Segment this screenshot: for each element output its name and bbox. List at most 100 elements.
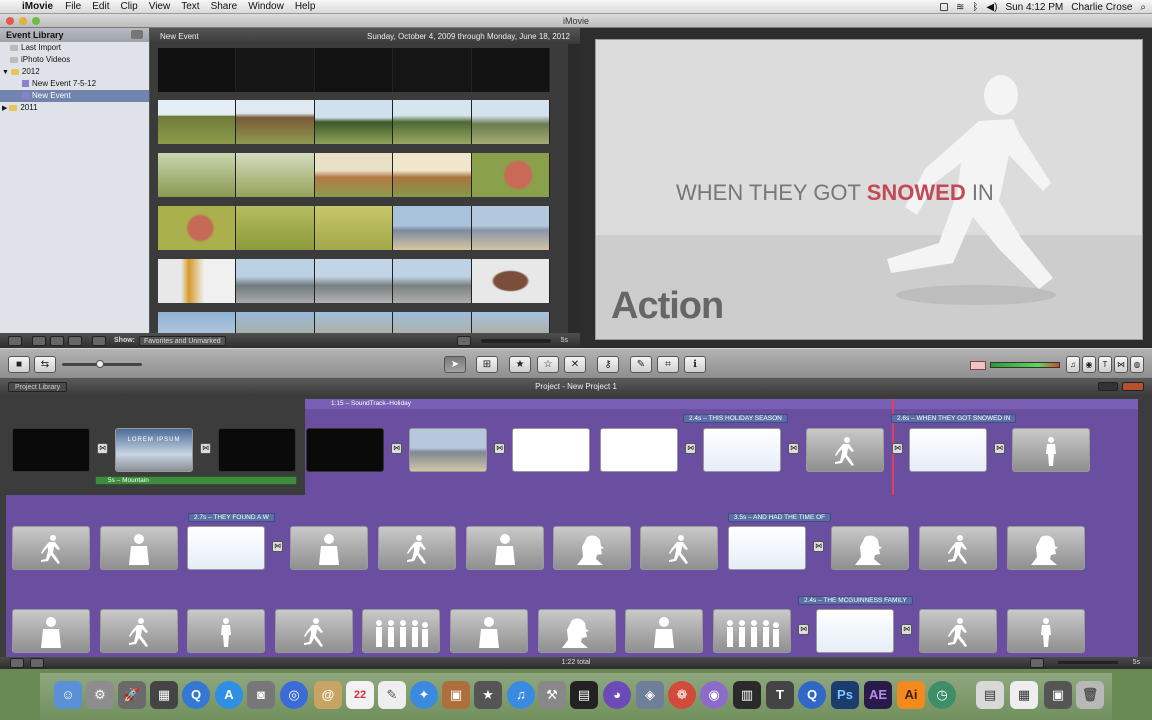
select-tool-button[interactable]: ➤ <box>444 356 466 373</box>
close-window-icon[interactable] <box>6 17 14 25</box>
library-item-2011[interactable]: ▶ 2011 <box>0 102 149 114</box>
clip-strip[interactable] <box>158 259 551 303</box>
runner-clip[interactable] <box>378 526 456 570</box>
title-clip[interactable] <box>703 428 781 472</box>
transition-icon[interactable]: ⋈ <box>200 443 211 454</box>
project-clip[interactable] <box>409 428 487 472</box>
add-to-project-button[interactable]: ⊞ <box>476 356 498 373</box>
runner-clip[interactable] <box>919 609 997 653</box>
library-item-last-import[interactable]: Last Import <box>0 42 149 54</box>
favorite-button[interactable]: ★ <box>509 356 531 373</box>
user-name[interactable]: Charlie Crose <box>1071 2 1132 13</box>
group-clip[interactable] <box>362 609 440 653</box>
profile-clip[interactable] <box>831 526 909 570</box>
mountain-audio-clip[interactable]: 5s – Mountain <box>95 476 297 485</box>
activity-monitor-icon[interactable]: ▦ <box>150 681 178 709</box>
reject-button[interactable]: ✕ <box>564 356 586 373</box>
transition-icon[interactable]: ⋈ <box>272 541 283 552</box>
profile-clip[interactable] <box>1007 526 1085 570</box>
library-item-new-event[interactable]: New Event <box>0 90 149 102</box>
color-picker-icon[interactable]: ❁ <box>668 681 696 709</box>
finder-icon[interactable]: ☺ <box>54 681 82 709</box>
menu-file[interactable]: File <box>65 1 81 12</box>
status-icon[interactable] <box>940 3 949 11</box>
project-clip[interactable] <box>12 428 90 472</box>
motion-icon[interactable]: ◈ <box>636 681 664 709</box>
clip-strip[interactable] <box>158 100 551 144</box>
clip-strip[interactable] <box>158 206 551 250</box>
search-people-icon[interactable] <box>92 335 106 346</box>
title-clip[interactable] <box>728 526 806 570</box>
compressor-icon[interactable]: ▥ <box>733 681 761 709</box>
profile-clip[interactable] <box>553 526 631 570</box>
eject-icon[interactable] <box>131 30 143 39</box>
time-machine-icon[interactable]: ◷ <box>928 681 956 709</box>
title-label[interactable]: 2.4s – THIS HOLIDAY SEASON <box>683 414 788 423</box>
title-label[interactable]: 3.5s – AND HAD THE TIME OF <box>728 513 832 522</box>
waveform-icon[interactable] <box>456 335 471 346</box>
person-clip[interactable] <box>625 609 703 653</box>
play-full-button[interactable] <box>32 335 46 346</box>
menu-text[interactable]: Text <box>181 1 199 12</box>
text-app-icon[interactable]: T <box>766 681 794 709</box>
minimize-window-icon[interactable] <box>19 17 27 25</box>
menu-view[interactable]: View <box>149 1 171 12</box>
clip-strip[interactable] <box>158 48 551 92</box>
play-button[interactable] <box>50 335 64 346</box>
person-clip[interactable] <box>1012 428 1090 472</box>
app-menu[interactable]: iMovie <box>22 1 53 12</box>
dvd-studio-icon[interactable]: ◉ <box>700 681 728 709</box>
title-clip[interactable] <box>187 526 265 570</box>
wifi-icon[interactable]: ≋ <box>956 2 964 13</box>
clock[interactable]: Sun 4:12 PM <box>1005 2 1063 13</box>
launchpad-icon[interactable]: 🚀 <box>118 681 146 709</box>
quicktime-x-icon[interactable]: Q <box>798 681 826 709</box>
play-project-button[interactable] <box>30 658 44 668</box>
music-browser-button[interactable]: ♫ <box>1066 356 1080 373</box>
clip-strip[interactable] <box>158 312 551 333</box>
library-item-iphoto-videos[interactable]: iPhoto Videos <box>0 54 149 66</box>
profile-clip[interactable] <box>538 609 616 653</box>
runner-clip[interactable] <box>919 526 997 570</box>
person-clip[interactable] <box>100 526 178 570</box>
transition-icon[interactable]: ⋈ <box>994 443 1005 454</box>
disclosure-closed-icon[interactable]: ▶ <box>2 105 9 112</box>
final-cut-icon[interactable]: ▤ <box>570 681 598 709</box>
show-library-button[interactable] <box>8 335 22 346</box>
title-label[interactable]: 2.7s – THEY FOUND A W <box>188 513 275 522</box>
transition-icon[interactable]: ⋈ <box>391 443 402 454</box>
transition-icon[interactable]: ⋈ <box>901 624 912 635</box>
contacts-icon[interactable]: @ <box>314 681 342 709</box>
unmark-button[interactable]: ☆ <box>537 356 559 373</box>
maps-browser-button[interactable]: ◍ <box>1130 356 1144 373</box>
library-item-2012[interactable]: ▼ 2012 <box>0 66 149 78</box>
volume-icon[interactable]: ◀) <box>986 2 997 13</box>
play-selection-button[interactable] <box>68 335 82 346</box>
bluetooth-icon[interactable]: ᛒ <box>972 2 978 13</box>
runner-clip[interactable] <box>640 526 718 570</box>
textedit-icon[interactable]: ✎ <box>378 681 406 709</box>
transitions-browser-button[interactable]: ⋈ <box>1114 356 1128 373</box>
project-view-button[interactable] <box>1122 382 1144 391</box>
person-clip[interactable] <box>1007 609 1085 653</box>
menu-help[interactable]: Help <box>295 1 316 12</box>
menu-edit[interactable]: Edit <box>92 1 109 12</box>
crop-button[interactable]: ⌗ <box>657 356 679 373</box>
project-options-button[interactable] <box>1098 382 1118 391</box>
swap-button[interactable]: ⇆ <box>34 356 56 373</box>
titles-browser-button[interactable]: T <box>1098 356 1112 373</box>
transition-icon[interactable]: ⋈ <box>813 541 824 552</box>
project-clip[interactable] <box>600 428 678 472</box>
person-clip[interactable] <box>450 609 528 653</box>
photo-browser-button[interactable]: ◉ <box>1082 356 1096 373</box>
runner-clip[interactable] <box>12 526 90 570</box>
transition-icon[interactable]: ⋈ <box>685 443 696 454</box>
transition-icon[interactable]: ⋈ <box>788 443 799 454</box>
document-stack-icon[interactable]: ▤ <box>976 681 1004 709</box>
runner-clip[interactable] <box>275 609 353 653</box>
title-clip[interactable] <box>909 428 987 472</box>
slider-knob[interactable] <box>96 360 104 368</box>
photoshop-icon[interactable]: Ps <box>831 681 859 709</box>
dvd-player-icon[interactable]: ◎ <box>280 681 308 709</box>
after-effects-icon[interactable]: AE <box>864 681 892 709</box>
